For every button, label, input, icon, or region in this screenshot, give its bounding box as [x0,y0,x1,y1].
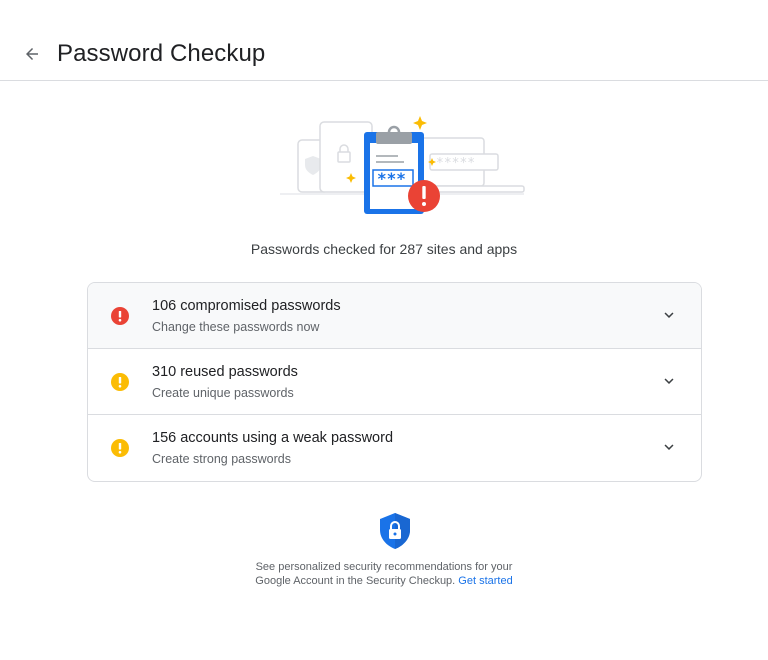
issue-subtitle: Change these passwords now [152,320,320,334]
checked-summary-text: Passwords checked for 287 sites and apps [250,241,518,257]
chevron-down-icon [664,444,674,450]
issue-subtitle: Create unique passwords [152,386,294,400]
compromised-passwords-row[interactable]: 106 compromised passwords Change these p… [88,283,701,349]
security-checkup-text: See personalized security recommendation… [0,560,768,588]
reused-passwords-row[interactable]: 310 reused passwords Create unique passw… [88,349,701,415]
issues-list: 106 compromised passwords Change these p… [87,282,702,482]
issue-title: 156 accounts using a weak password [152,430,394,446]
chevron-down-icon [664,378,674,384]
footer-line-1: See personalized security recommendation… [255,561,513,573]
warning-icon [111,439,129,457]
masked-field-text: ***** [436,156,475,171]
footer-line-2: Google Account in the Security Checkup. [255,575,456,587]
issue-title: 106 compromised passwords [152,298,341,314]
warning-icon [111,373,129,391]
masked-password-text: *** [377,169,406,188]
app-header: Password Checkup [0,0,768,81]
weak-passwords-row[interactable]: 156 accounts using a weak password Creat… [88,415,701,481]
chevron-down-icon [664,312,674,318]
issue-subtitle: Create strong passwords [152,452,291,466]
back-button[interactable] [20,42,44,66]
password-checkup-illustration: ***** *** [280,116,525,214]
error-icon [111,307,129,325]
get-started-link[interactable]: Get started [458,575,512,587]
page-title: Password Checkup [57,40,266,67]
issue-title: 310 reused passwords [152,364,298,380]
arrow-back-icon [26,48,38,60]
footer-line-2-wrapper: Google Account in the Security Checkup. … [0,574,768,588]
security-shield-icon [380,513,410,549]
